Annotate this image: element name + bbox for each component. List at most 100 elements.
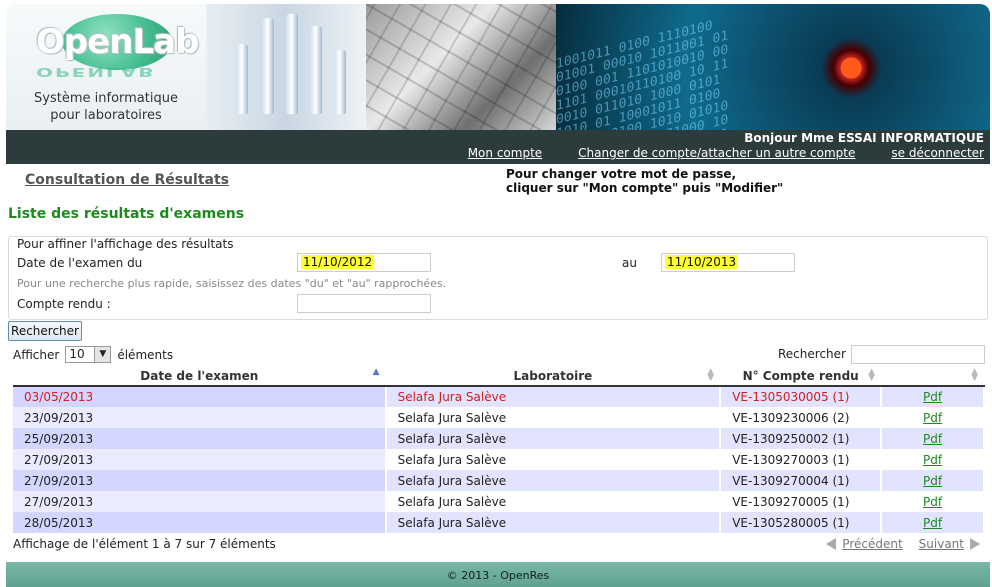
col-header-lab[interactable]: Laboratoire ▲ ▼ — [385, 366, 721, 387]
user-greeting: Bonjour Mme ESSAI INFORMATIQUE — [744, 131, 984, 145]
password-note-line1: Pour changer votre mot de passe, — [506, 167, 737, 181]
page-size-select[interactable]: 10 ▼ — [65, 346, 112, 363]
footer: © 2013 - OpenRes — [6, 562, 990, 587]
col-header-pdf[interactable]: ▲ ▼ — [881, 366, 984, 387]
cell-report: VE-1309270004 (1) — [720, 470, 883, 491]
cell-pdf: Pdf — [881, 449, 985, 470]
cell-lab: Selafa Jura Salève — [385, 470, 722, 491]
page-title[interactable]: Consultation de Résultats — [25, 172, 229, 188]
table-search-input[interactable] — [851, 345, 985, 364]
logo-area: OpenLab OPENLAB Système informatique pou… — [6, 4, 206, 132]
date-from-label: Date de l'examen du — [17, 256, 143, 270]
password-note-line2: cliquer sur "Mon compte" puis "Modifier" — [506, 181, 784, 195]
results-table: Date de l'examen ▲ Laboratoire ▲ ▼ N° Compt… — [13, 366, 985, 533]
page-size-value: 10 — [69, 347, 85, 361]
next-page-link[interactable]: Suivant — [919, 537, 964, 551]
password-note: Pour changer votre mot de passe, cliquer… — [506, 167, 783, 195]
table-row[interactable]: 27/09/2013 Selafa Jura Salève VE-1309270… — [13, 449, 985, 470]
col-header-lab-label: Laboratoire — [513, 368, 593, 383]
cell-date: 03/05/2013 — [13, 386, 387, 407]
table-row[interactable]: 27/09/2013 Selafa Jura Salève VE-1309270… — [13, 470, 985, 491]
results-list-title: Liste des résultats d'examens — [8, 206, 245, 222]
col-header-date-label: Date de l'examen — [140, 368, 259, 383]
cell-pdf: Pdf — [881, 470, 985, 491]
logout-link[interactable]: se déconnecter — [891, 146, 984, 160]
cell-date: 27/09/2013 — [13, 491, 387, 512]
cell-report: VE-1305280005 (1) — [720, 512, 883, 533]
pagination-info: Affichage de l'élément 1 à 7 sur 7 éléme… — [13, 537, 276, 551]
cell-pdf: Pdf — [881, 512, 985, 533]
cell-lab: Selafa Jura Salève — [385, 512, 722, 533]
cell-date: 25/09/2013 — [13, 428, 387, 449]
top-navbar: Bonjour Mme ESSAI INFORMATIQUE Mon compt… — [6, 130, 990, 164]
col-header-report[interactable]: N° Compte rendu ▲ ▼ — [720, 366, 882, 387]
cell-pdf: Pdf — [881, 386, 985, 407]
previous-page-link[interactable]: Précédent — [842, 537, 902, 551]
date-from-input[interactable]: 11/10/2012 — [297, 253, 431, 272]
pdf-link[interactable]: Pdf — [923, 432, 942, 446]
cell-lab: Selafa Jura Salève — [385, 449, 722, 470]
cell-date: 28/05/2013 — [13, 512, 387, 533]
previous-arrow-icon[interactable] — [826, 538, 837, 550]
logo-subtitle: Système informatique pour laboratoires — [6, 90, 206, 124]
table-row[interactable]: 28/05/2013 Selafa Jura Salève VE-1305280… — [13, 512, 985, 533]
pdf-link[interactable]: Pdf — [923, 495, 942, 509]
cell-lab: Selafa Jura Salève — [385, 407, 722, 428]
cell-pdf: Pdf — [881, 491, 985, 512]
search-button[interactable]: Rechercher — [8, 321, 82, 341]
next-arrow-icon[interactable] — [970, 538, 980, 550]
date-hint: Pour une recherche plus rapide, saisisse… — [17, 277, 447, 290]
report-label: Compte rendu : — [17, 297, 111, 311]
cell-report: VE-1309230006 (2) — [720, 407, 883, 428]
cell-pdf: Pdf — [881, 428, 985, 449]
logo-subtitle-line1: Système informatique — [34, 91, 178, 106]
sort-asc-icon: ▲ — [372, 367, 380, 377]
cell-date: 27/09/2013 — [13, 449, 387, 470]
pdf-link[interactable]: Pdf — [923, 474, 942, 488]
chevron-down-icon[interactable]: ▼ — [94, 347, 111, 362]
cell-report: VE-1309270003 (1) — [720, 449, 883, 470]
sort-icon: ▲ ▼ — [971, 367, 978, 383]
pagination: Précédent Suivant — [826, 537, 980, 551]
report-input[interactable] — [297, 294, 431, 313]
table-row[interactable]: 27/09/2013 Selafa Jura Salève VE-1309270… — [13, 491, 985, 512]
table-row[interactable]: 03/05/2013 Selafa Jura Salève VE-1305030… — [13, 386, 985, 407]
table-search-label: Rechercher : — [778, 347, 854, 361]
cell-date: 23/09/2013 — [13, 407, 387, 428]
table-header-row: Date de l'examen ▲ Laboratoire ▲ ▼ N° Compt… — [13, 366, 984, 387]
binary-pattern: 1001011 0100 1110100 01001 00010 1011001… — [556, 18, 729, 132]
openlab-logo: OpenLab — [36, 22, 199, 62]
cell-report: VE-1305030005 (1) — [720, 386, 883, 407]
cell-lab: Selafa Jura Salève — [385, 386, 722, 407]
cell-report: VE-1309250002 (1) — [720, 428, 883, 449]
date-from-value: 11/10/2012 — [301, 255, 375, 269]
cell-date: 27/09/2013 — [13, 470, 387, 491]
pdf-link[interactable]: Pdf — [923, 516, 942, 530]
show-label: Afficher — [13, 347, 60, 362]
date-to-label: au — [622, 256, 637, 270]
page-size-control: Afficher 10 ▼ éléments — [13, 346, 173, 363]
table-row[interactable]: 25/09/2013 Selafa Jura Salève VE-1309250… — [13, 428, 985, 449]
my-account-link[interactable]: Mon compte — [468, 146, 542, 160]
sort-icon: ▲ ▼ — [707, 367, 715, 383]
filter-legend: Pour affiner l'affichage des résultats — [16, 237, 235, 251]
binary-eye-image: 1001011 0100 1110100 01001 00010 1011001… — [556, 4, 990, 132]
date-to-input[interactable]: 11/10/2013 — [661, 253, 795, 272]
col-header-date[interactable]: Date de l'examen ▲ — [13, 366, 386, 387]
table-row[interactable]: 23/09/2013 Selafa Jura Salève VE-1309230… — [13, 407, 985, 428]
vials-image — [206, 4, 366, 132]
switch-account-link[interactable]: Changer de compte/attacher un autre comp… — [578, 146, 855, 160]
logo-subtitle-line2: pour laboratoires — [50, 108, 162, 123]
filter-fieldset: Pour affiner l'affichage des résultats D… — [8, 236, 988, 320]
pdf-link[interactable]: Pdf — [923, 453, 942, 467]
logo-reflection: OPENLAB — [36, 64, 156, 80]
header-banner: OpenLab OPENLAB Système informatique pou… — [6, 4, 990, 132]
cell-lab: Selafa Jura Salève — [385, 428, 722, 449]
pdf-link[interactable]: Pdf — [923, 390, 942, 404]
pdf-link[interactable]: Pdf — [923, 411, 942, 425]
cell-pdf: Pdf — [881, 407, 985, 428]
stethoscope-image — [366, 4, 556, 132]
date-to-value: 11/10/2013 — [665, 255, 739, 269]
cell-report: VE-1309270005 (1) — [720, 491, 883, 512]
account-links: Mon compte Changer de compte/attacher un… — [468, 146, 984, 160]
